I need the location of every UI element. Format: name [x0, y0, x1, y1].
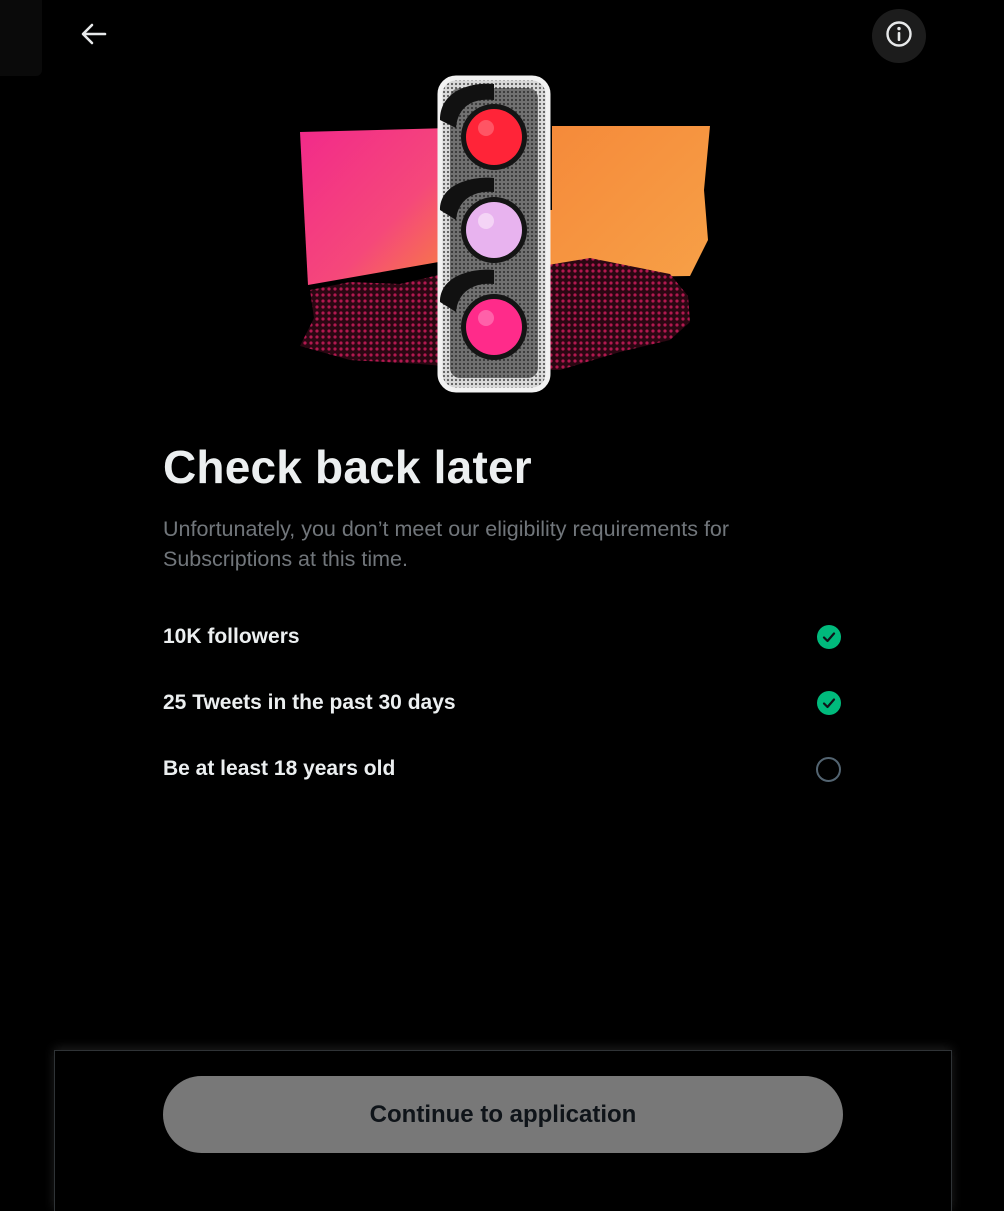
- requirements-list: 10K followers 25 Tweets in the past 30 d…: [163, 604, 841, 802]
- top-left-shade: [0, 0, 42, 76]
- continue-to-application-button[interactable]: Continue to application: [163, 1076, 843, 1153]
- requirement-label: Be at least 18 years old: [163, 757, 396, 780]
- info-button[interactable]: [872, 9, 926, 63]
- info-circle-icon: [885, 20, 913, 53]
- requirement-label: 25 Tweets in the past 30 days: [163, 691, 456, 714]
- eligibility-message: Unfortunately, you don’t meet our eligib…: [163, 517, 730, 571]
- checkmark-icon: [817, 691, 841, 715]
- requirement-row: Be at least 18 years old: [163, 736, 841, 802]
- back-button[interactable]: [72, 14, 116, 58]
- requirement-row: 10K followers: [163, 604, 841, 670]
- checkmark-icon: [817, 625, 841, 649]
- traffic-light-illustration: [290, 70, 720, 400]
- empty-circle-icon: [816, 756, 841, 782]
- page-title: Check back later: [163, 441, 532, 493]
- requirement-label: 10K followers: [163, 625, 300, 648]
- requirement-row: 25 Tweets in the past 30 days: [163, 670, 841, 736]
- arrow-left-icon: [81, 23, 107, 50]
